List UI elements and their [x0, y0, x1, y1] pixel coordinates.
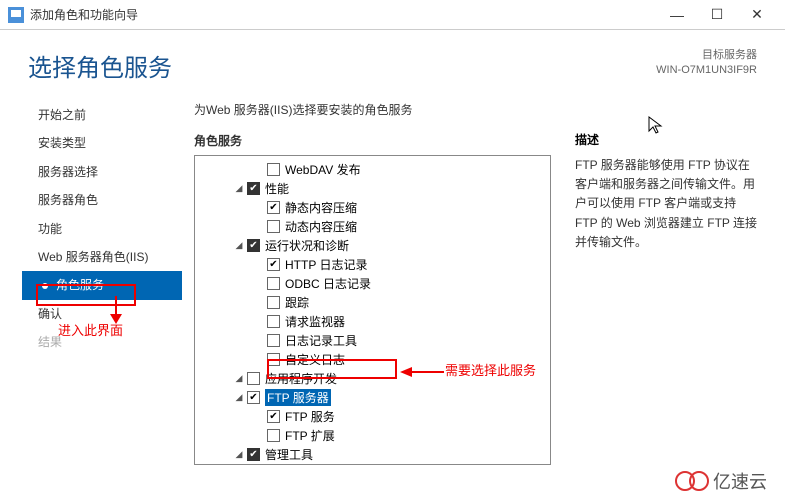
- watermark: 亿速云: [675, 468, 767, 494]
- checkbox[interactable]: [267, 220, 280, 233]
- intro-text: 为Web 服务器(IIS)选择要安装的角色服务: [194, 93, 551, 132]
- tree-row[interactable]: ▷FTP 扩展: [195, 426, 550, 445]
- checkbox[interactable]: [267, 429, 280, 442]
- checkbox[interactable]: [267, 277, 280, 290]
- sidebar-item-server-roles[interactable]: 服务器角色: [22, 186, 182, 214]
- checkbox[interactable]: [247, 239, 260, 252]
- checkbox[interactable]: [247, 182, 260, 195]
- checkbox[interactable]: [267, 353, 280, 366]
- wizard-header: 选择角色服务 目标服务器 WIN-O7M1UN3IF9R: [0, 30, 785, 93]
- tree-node-label[interactable]: FTP 服务器: [265, 389, 331, 406]
- watermark-text: 亿速云: [713, 468, 767, 494]
- tree-row[interactable]: ◢ FTP 服务器: [195, 388, 550, 407]
- tree-row[interactable]: ▷WebDAV 发布: [195, 160, 550, 179]
- tree-node-label[interactable]: 静态内容压缩: [285, 199, 357, 216]
- tree-row[interactable]: ▷跟踪: [195, 293, 550, 312]
- checkbox[interactable]: [267, 315, 280, 328]
- cursor-icon: [648, 116, 664, 141]
- checkbox[interactable]: [267, 296, 280, 309]
- content-area: 开始之前 安装类型 服务器选择 服务器角色 功能 Web 服务器角色(IIS) …: [0, 93, 785, 487]
- checkbox[interactable]: [267, 258, 280, 271]
- tree-row[interactable]: ▷日志记录工具: [195, 331, 550, 350]
- description-text: FTP 服务器能够使用 FTP 协议在客户端和服务器之间传输文件。用户可以使用 …: [575, 156, 761, 252]
- tree-row[interactable]: ▷FTP 服务: [195, 407, 550, 426]
- main-panel: 为Web 服务器(IIS)选择要安装的角色服务 角色服务 ▷WebDAV 发布◢…: [182, 93, 563, 487]
- tree-row[interactable]: ▷请求监视器: [195, 312, 550, 331]
- tree-node-label[interactable]: FTP 服务: [285, 408, 335, 425]
- collapse-icon[interactable]: ◢: [233, 373, 245, 385]
- tree-node-label[interactable]: 管理工具: [265, 446, 313, 463]
- tree-node-label[interactable]: 性能: [265, 180, 289, 197]
- tree-node-label[interactable]: 跟踪: [285, 294, 309, 311]
- target-value: WIN-O7M1UN3IF9R: [656, 63, 757, 78]
- tree-node-label[interactable]: FTP 扩展: [285, 427, 335, 444]
- page-title: 选择角色服务: [28, 48, 172, 83]
- tree-row[interactable]: ▷静态内容压缩: [195, 198, 550, 217]
- sidebar-item-results: 结果: [22, 328, 182, 356]
- sidebar-item-install-type[interactable]: 安装类型: [22, 129, 182, 157]
- sidebar-item-role-services[interactable]: 角色服务: [22, 271, 182, 299]
- sidebar-item-confirm[interactable]: 确认: [22, 300, 182, 328]
- tree-row[interactable]: ◢ 管理工具: [195, 445, 550, 464]
- tree-node-label[interactable]: 日志记录工具: [285, 332, 357, 349]
- close-button[interactable]: ✕: [737, 1, 777, 29]
- tree-node-label[interactable]: 请求监视器: [285, 313, 345, 330]
- tree-row[interactable]: ◢ 应用程序开发: [195, 369, 550, 388]
- checkbox[interactable]: [267, 410, 280, 423]
- window-controls: — ☐ ✕: [657, 1, 777, 29]
- tree-row[interactable]: ▷HTTP 日志记录: [195, 255, 550, 274]
- titlebar: 添加角色和功能向导 — ☐ ✕: [0, 0, 785, 30]
- description-title: 描述: [575, 131, 761, 148]
- window-title: 添加角色和功能向导: [30, 6, 657, 23]
- tree-node-label[interactable]: 动态内容压缩: [285, 218, 357, 235]
- collapse-icon[interactable]: ◢: [233, 392, 245, 404]
- checkbox[interactable]: [247, 372, 260, 385]
- maximize-button[interactable]: ☐: [697, 1, 737, 29]
- collapse-icon[interactable]: ◢: [233, 449, 245, 461]
- sidebar-item-web-iis[interactable]: Web 服务器角色(IIS): [22, 243, 182, 271]
- tree-node-label[interactable]: 应用程序开发: [265, 370, 337, 387]
- tree-row[interactable]: ◢ 运行状况和诊断: [195, 236, 550, 255]
- target-server-info: 目标服务器 WIN-O7M1UN3IF9R: [656, 48, 757, 79]
- tree-node-label[interactable]: WebDAV 发布: [285, 161, 361, 178]
- tree-row[interactable]: ◢ 性能: [195, 179, 550, 198]
- tree-row[interactable]: ▷自定义日志: [195, 350, 550, 369]
- tree-row[interactable]: ▷动态内容压缩: [195, 217, 550, 236]
- role-services-tree[interactable]: ▷WebDAV 发布 ◢ 性能▷静态内容压缩▷动态内容压缩 ◢ 运行状况和诊断▷HTTP…: [194, 155, 551, 465]
- sidebar-item-features[interactable]: 功能: [22, 215, 182, 243]
- wizard-steps-sidebar: 开始之前 安装类型 服务器选择 服务器角色 功能 Web 服务器角色(IIS) …: [22, 93, 182, 487]
- tree-row[interactable]: ▷IIS 管理控制台: [195, 464, 550, 465]
- tree-node-label[interactable]: 运行状况和诊断: [265, 237, 349, 254]
- watermark-logo-icon: [675, 471, 709, 491]
- tree-node-label[interactable]: 自定义日志: [285, 351, 345, 368]
- collapse-icon[interactable]: ◢: [233, 183, 245, 195]
- checkbox[interactable]: [247, 391, 260, 404]
- sidebar-item-server-select[interactable]: 服务器选择: [22, 158, 182, 186]
- app-icon: [8, 7, 24, 23]
- checkbox[interactable]: [267, 334, 280, 347]
- checkbox[interactable]: [267, 163, 280, 176]
- tree-row[interactable]: ▷ODBC 日志记录: [195, 274, 550, 293]
- target-label: 目标服务器: [656, 48, 757, 63]
- tree-node-label[interactable]: ODBC 日志记录: [285, 275, 371, 292]
- sidebar-item-before[interactable]: 开始之前: [22, 101, 182, 129]
- collapse-icon[interactable]: ◢: [233, 240, 245, 252]
- tree-node-label[interactable]: HTTP 日志记录: [285, 256, 367, 273]
- checkbox[interactable]: [247, 448, 260, 461]
- checkbox[interactable]: [267, 201, 280, 214]
- minimize-button[interactable]: —: [657, 1, 697, 29]
- tree-label: 角色服务: [194, 132, 551, 149]
- description-panel: 描述 FTP 服务器能够使用 FTP 协议在客户端和服务器之间传输文件。用户可以…: [563, 93, 763, 487]
